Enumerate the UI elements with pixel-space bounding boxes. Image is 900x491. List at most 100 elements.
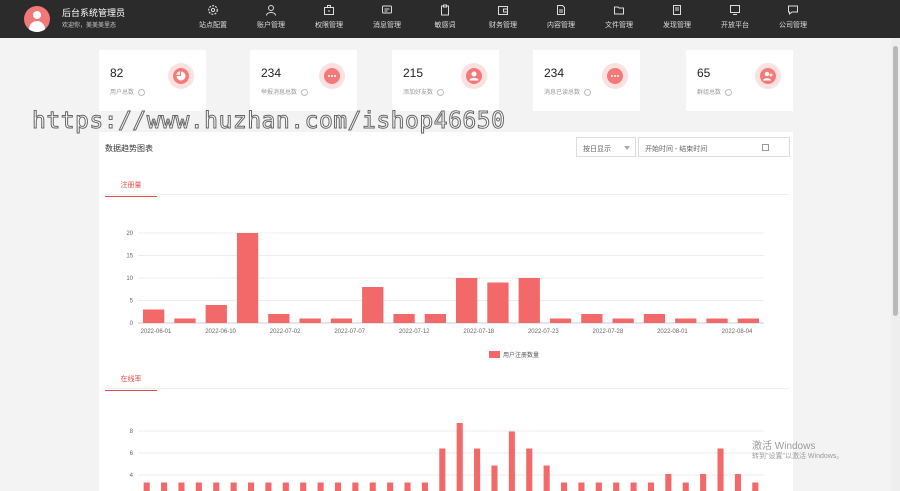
activation-title: 激活 Windows [752,441,816,452]
group-icon [755,63,781,89]
pie-chart-icon [168,63,194,89]
bar [265,482,272,491]
bar [404,482,411,491]
stat-card-reports: 234 举报消息总数 [250,50,357,111]
nav-discover[interactable]: 发现管理 [648,4,706,30]
stat-card-read: 234 消息已读总数 [533,50,640,111]
monitor-icon [730,5,740,15]
scrollbar-thumb[interactable] [893,46,898,316]
nav-label: 公司管理 [779,22,807,29]
bar [282,482,289,491]
file-icon [673,5,681,15]
bar [613,482,620,491]
nav-label: 开放平台 [721,22,749,29]
main-nav: 站点配置 账户管理 权限管理 消息管理 敏感词 财务管理 内容管理 文件管理 发… [184,4,822,30]
nav-label: 财务管理 [489,22,517,29]
bar [456,423,463,491]
bar [543,465,550,491]
avatar[interactable] [24,6,50,32]
bar [647,482,655,491]
bar [595,482,602,491]
bar [317,482,324,491]
info-icon[interactable] [584,88,592,96]
stat-card-groups: 65 群组总数 [686,50,793,111]
nav-label: 权限管理 [315,22,343,29]
nav-files[interactable]: 文件管理 [590,4,648,30]
bar [439,448,446,491]
info-icon[interactable] [725,88,733,96]
info-icon[interactable] [437,88,445,96]
stat-value: 234 [544,66,565,80]
chat-icon [788,5,798,16]
nav-label: 发现管理 [663,22,691,29]
nav-label: 站点配置 [199,22,227,29]
top-navbar: 后台系统管理员 欢迎你，美美美里态 站点配置 账户管理 权限管理 消息管理 敏感… [0,0,900,38]
bar [178,482,185,491]
nav-label: 敏感词 [434,22,456,29]
bar [508,431,515,491]
bar [213,482,220,491]
site-watermark: https://www.huzhan.com/ishop46650 [31,108,506,135]
bar [195,482,202,491]
clipboard-icon [441,4,449,16]
bar [369,482,376,491]
nav-company[interactable]: 公司管理 [764,4,822,30]
nav-permission[interactable]: 权限管理 [300,4,358,30]
scrollbar[interactable] [891,38,900,491]
stat-label: 群组总数 [697,90,722,96]
info-icon[interactable] [138,88,146,96]
bar [734,474,741,491]
stat-card-friends: 215 添加好友数 [392,50,499,111]
bar [578,482,585,491]
stat-label: 用户总数 [110,90,135,96]
bar [352,482,359,491]
bar [700,474,707,491]
user-icon [461,63,487,89]
stat-value: 215 [403,66,424,80]
brand: 后台系统管理员 欢迎你，美美美里态 [24,6,125,32]
nav-account[interactable]: 账户管理 [242,4,300,30]
bar [526,448,533,491]
nav-label: 内容管理 [547,22,575,29]
bar [300,482,307,491]
bar [682,482,689,491]
message-icon [382,5,392,14]
stat-value: 82 [110,66,124,80]
nav-open-platform[interactable]: 开放平台 [706,4,764,30]
bar [334,482,342,491]
welcome-text: 欢迎你，美美美里态 [62,23,117,29]
stat-value: 234 [261,66,282,80]
bar [752,482,759,491]
nav-finance[interactable]: 财务管理 [474,4,532,30]
bar [143,482,150,491]
nav-label: 文件管理 [605,22,633,29]
message-icon [602,63,628,89]
user-icon [266,5,276,16]
bar [630,482,637,491]
bar [161,482,168,491]
document-icon [557,5,565,15]
stat-label: 添加好友数 [403,90,434,96]
stat-label: 举报消息总数 [261,90,298,96]
info-icon[interactable] [301,88,309,96]
activation-subtitle: 转到"设置"以激活 Windows。 [752,453,844,460]
nav-sensitive-words[interactable]: 敏感词 [416,4,474,30]
bar [717,448,724,491]
nav-site-config[interactable]: 站点配置 [184,4,242,30]
nav-message[interactable]: 消息管理 [358,4,416,30]
admin-title: 后台系统管理员 [62,8,126,18]
message-icon [319,63,345,89]
online-bar-chart: 4 6 8 [130,423,764,491]
chart-panel: 数据趋势图表 按日显示 开始时间 - 结束时间 注册量 0 5 10 15 20 2022… [99,132,793,491]
nav-content[interactable]: 内容管理 [532,4,590,30]
bar [421,482,428,491]
stat-label: 消息已读总数 [544,90,581,96]
nav-label: 账户管理 [257,22,285,29]
bar [387,482,394,491]
bar [230,482,237,491]
bar [474,448,481,491]
y-tick-label: 4 [130,473,134,479]
gear-icon [208,5,218,15]
y-tick-label: 6 [130,451,134,457]
bar [665,474,672,491]
